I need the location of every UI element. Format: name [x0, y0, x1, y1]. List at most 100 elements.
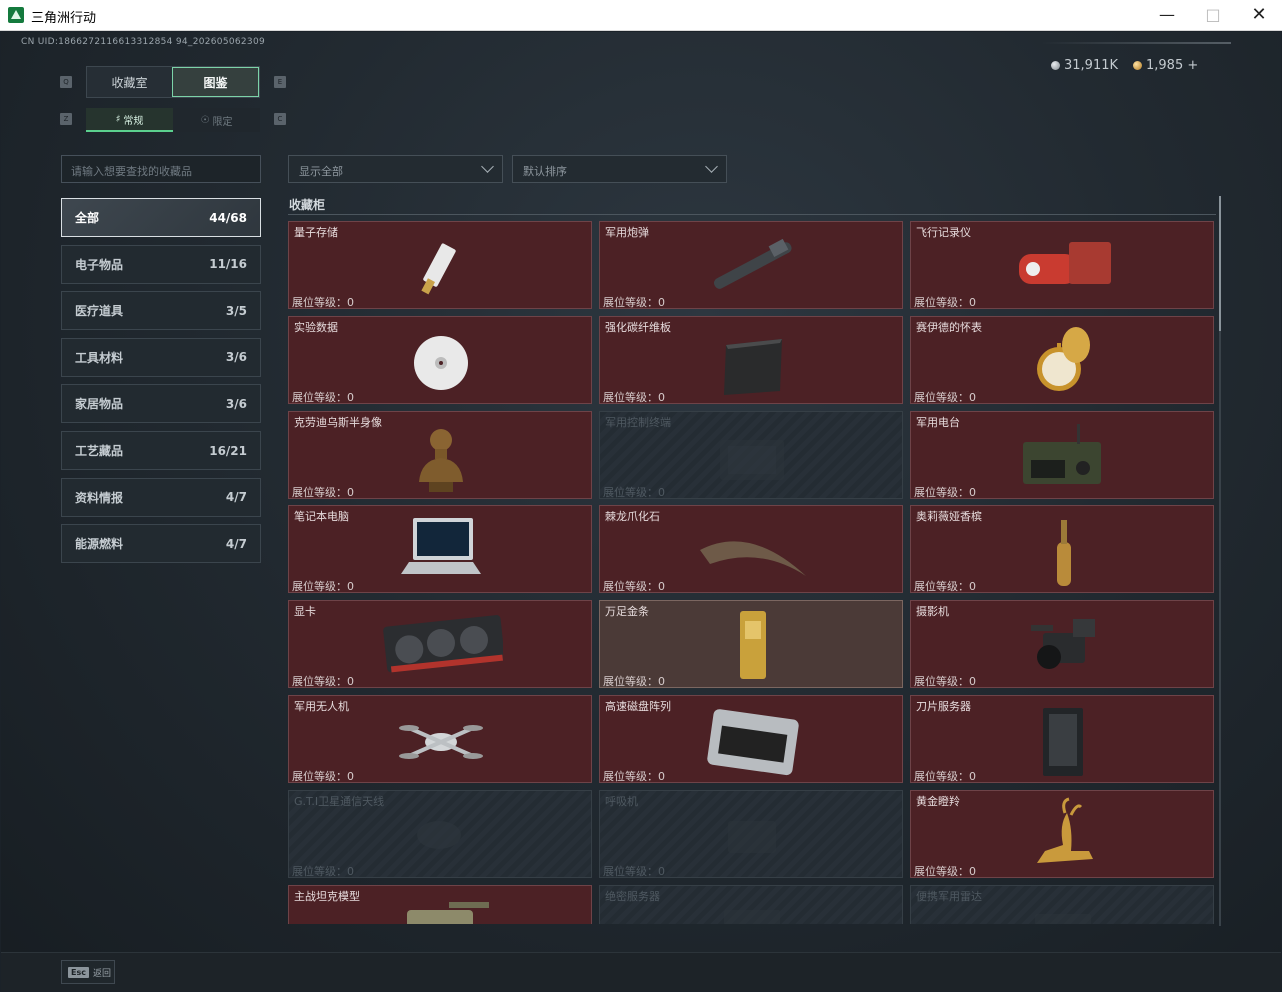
collection-card[interactable]: 黄金瞪羚 展位等级：0 [910, 789, 1214, 878]
close-button[interactable]: ✕ [1236, 0, 1282, 31]
collection-card[interactable]: 刀片服务器 展位等级：0 [910, 695, 1214, 783]
category-item[interactable]: 工艺藏品 16/21 [61, 431, 261, 470]
collection-card[interactable]: 高速磁盘阵列 展位等级：0 [599, 695, 903, 783]
chevron-down-icon [705, 160, 718, 173]
key-hint-c-icon: C [274, 113, 286, 125]
collection-card[interactable]: G.T.I卫星通信天线 展位等级：0 [288, 789, 592, 878]
collection-card[interactable]: 奥莉薇娅香槟 展位等级：0 [910, 505, 1214, 594]
silver-amount: 31,911K [1064, 58, 1119, 73]
search-input[interactable]: 请输入想要查找的收藏品 [61, 155, 261, 183]
category-item[interactable]: 资料情报 4/7 [61, 477, 261, 517]
tab-collection-room[interactable]: 收藏室 [87, 67, 172, 97]
filter-dropdown[interactable]: 显示全部 [288, 155, 503, 183]
collection-card[interactable]: 飞行记录仪 展位等级：0 [910, 221, 1214, 309]
drone-icon [399, 725, 483, 759]
item-name: 军用控制终端 [605, 415, 671, 429]
item-name: 量子存储 [294, 226, 338, 239]
minimize-button[interactable]: — [1144, 0, 1190, 31]
category-label: 电子物品 [75, 257, 124, 272]
category-item[interactable]: 医疗道具 3/5 [61, 291, 261, 331]
satellite-dish-icon [417, 820, 461, 849]
category-label: 工艺藏品 [75, 444, 124, 458]
tab-catalog[interactable]: 图鉴 [172, 67, 259, 97]
collection-card[interactable]: 万足金条 展位等级：0 [599, 600, 903, 689]
collection-card[interactable]: 棘龙爪化石展位等级：0 [599, 505, 903, 594]
disc-icon [414, 335, 468, 390]
collection-card[interactable]: 军用控制终端 展位等级：0 [599, 410, 903, 499]
category-count: 3/6 [225, 350, 247, 365]
category-label: 资料情报 [75, 490, 124, 505]
collection-card[interactable]: 军用炮弹 展位等级：0 [599, 221, 903, 309]
gold-currency[interactable]: 1,985 + [1133, 58, 1198, 73]
display-level: 展位等级：0 [914, 296, 976, 309]
category-item[interactable]: 家居物品 3/6 [61, 384, 261, 424]
collection-card[interactable]: 实验数据 展位等级：0 [288, 315, 592, 404]
collection-card[interactable]: 呼吸机 展位等级：0 [599, 789, 903, 878]
sort-dropdown-value: 默认排序 [523, 165, 567, 178]
graphics-card-icon [383, 615, 503, 673]
filter-dropdown-value: 显示全部 [299, 165, 343, 178]
display-level: 展位等级：0 [603, 675, 665, 689]
key-hint-z-icon: Z [60, 113, 72, 125]
golden-gazelle-icon [1037, 797, 1093, 863]
item-name: 军用电台 [916, 415, 960, 429]
key-hint-q-icon: Q [60, 76, 72, 88]
item-name: 黄金瞪羚 [916, 794, 960, 808]
collection-card[interactable]: 赛伊德的怀表 展位等级：0 [910, 315, 1214, 404]
tab-limited-label: 限定 [212, 116, 233, 128]
back-button[interactable]: Esc 返回 [61, 960, 115, 984]
display-level: 展位等级：0 [603, 296, 665, 309]
item-name: 刀片服务器 [916, 700, 971, 713]
collection-card[interactable]: 克劳迪乌斯半身像 展位等级：0 [288, 410, 592, 499]
tank-model-icon [407, 901, 489, 924]
category-label: 医疗道具 [75, 304, 124, 319]
collection-card[interactable]: 量子存储 展位等级：0 [288, 221, 592, 309]
collection-card[interactable]: 主战坦克模型展位等级：0 [288, 884, 592, 924]
tab-regular[interactable]: ♯ 常规 [86, 108, 173, 132]
camera-icon [1031, 619, 1095, 670]
category-item[interactable]: 电子物品 11/16 [61, 244, 261, 284]
display-level: 展位等级：0 [603, 864, 665, 878]
display-level: 展位等级：0 [603, 580, 665, 594]
collection-card[interactable]: 笔记本电脑 展位等级：0 [288, 505, 592, 594]
collection-card[interactable]: 绝密服务器展位等级：0 [599, 884, 903, 924]
window-titlebar: 三角洲行动 — □ ✕ [0, 0, 1282, 31]
display-level: 展位等级：0 [914, 390, 976, 404]
display-level: 展位等级：0 [292, 864, 354, 878]
bottom-bar: Esc 返回 [1, 952, 1281, 991]
category-count: 16/21 [209, 443, 247, 458]
item-name: 军用无人机 [294, 700, 349, 713]
blade-server-icon [1043, 708, 1083, 776]
sub-tabs: ♯ 常规 ☉ 限定 [86, 108, 260, 132]
category-item[interactable]: 工具材料 3/6 [61, 337, 261, 377]
chevron-down-icon [481, 160, 494, 173]
claw-fossil-icon [700, 541, 806, 577]
category-item[interactable]: 全部 44/68 [61, 198, 261, 237]
collection-card[interactable]: 摄影机 展位等级：0 [910, 600, 1214, 689]
item-name: 高速磁盘阵列 [605, 700, 671, 713]
tab-limited[interactable]: ☉ 限定 [173, 108, 260, 132]
header-divider [1041, 42, 1231, 44]
champagne-icon [1057, 520, 1071, 587]
maximize-button[interactable]: □ [1190, 0, 1236, 31]
esc-key-icon: Esc [68, 966, 89, 978]
display-level: 展位等级：0 [914, 485, 976, 499]
category-item[interactable]: 能源燃料 4/7 [61, 524, 261, 564]
collection-card[interactable]: 军用电台展位等级：0 [910, 410, 1214, 499]
item-name: 棘龙爪化石 [605, 510, 660, 524]
category-count: 3/5 [225, 303, 247, 318]
sort-dropdown[interactable]: 默认排序 [512, 155, 727, 183]
collection-card[interactable]: 显卡 展位等级：0 [288, 600, 592, 689]
display-level: 展位等级：0 [603, 390, 665, 404]
radio-icon [1023, 423, 1101, 484]
item-name: 赛伊德的怀表 [916, 320, 982, 334]
category-count: 4/7 [225, 490, 247, 505]
bust-icon [419, 428, 463, 492]
category-count: 44/68 [209, 210, 247, 225]
collection-card[interactable]: 便携军用雷达展位等级：0 [910, 884, 1214, 924]
collection-card[interactable]: 军用无人机 展位等级：0 [288, 695, 592, 783]
scrollbar-thumb[interactable] [1219, 196, 1221, 331]
collection-card[interactable]: 强化碳纤维板 展位等级：0 [599, 315, 903, 404]
ventilator-icon [728, 820, 776, 853]
radar-icon [1035, 913, 1091, 924]
